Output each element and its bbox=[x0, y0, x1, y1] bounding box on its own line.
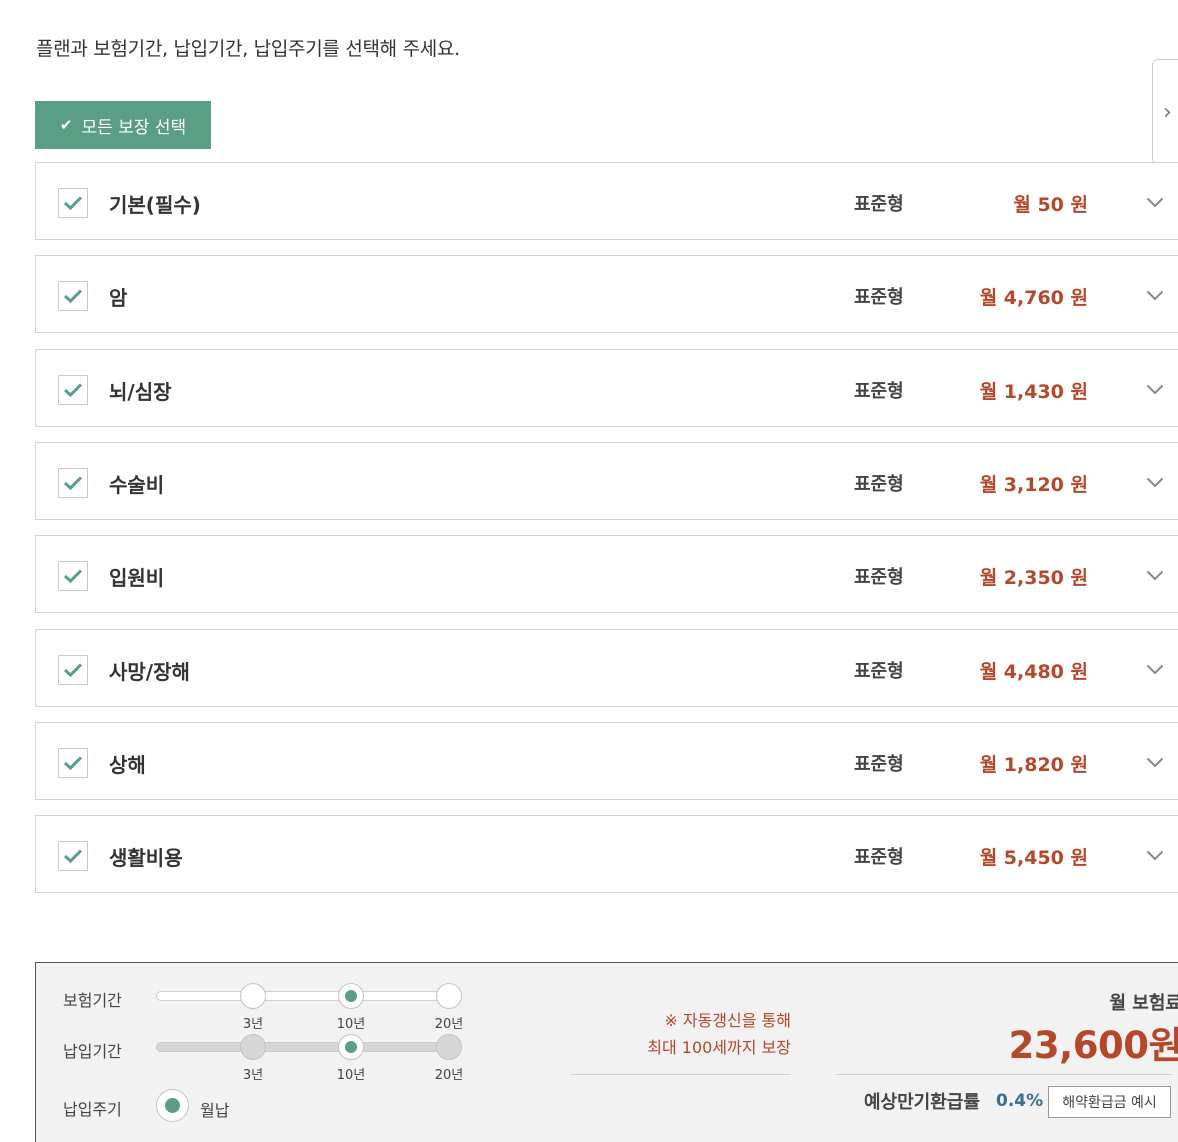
coverage-type: 표준형 bbox=[854, 847, 904, 868]
chevron-down-icon[interactable] bbox=[1146, 757, 1164, 768]
coverage-checkbox[interactable] bbox=[58, 375, 88, 405]
chevron-down-icon[interactable] bbox=[1146, 664, 1164, 675]
insurance-period-track[interactable] bbox=[156, 991, 461, 1001]
insurance-period-label: 보험기간 bbox=[63, 991, 122, 1010]
coverage-price: 월 5,450 원 bbox=[979, 847, 1088, 869]
coverage-checkbox[interactable] bbox=[58, 188, 88, 218]
checkmark-icon bbox=[63, 476, 83, 491]
insurance-period-option-3[interactable] bbox=[240, 983, 266, 1009]
coverage-type: 표준형 bbox=[854, 194, 904, 215]
coverage-name: 수술비 bbox=[109, 473, 165, 497]
coverage-type: 표준형 bbox=[854, 567, 904, 588]
page-heading: 플랜과 보험기간, 납입기간, 납입주기를 선택해 주세요. bbox=[36, 38, 460, 60]
chevron-down-icon[interactable] bbox=[1146, 197, 1164, 208]
coverage-row[interactable]: 뇌/심장 표준형 월 1,430 원 bbox=[35, 349, 1178, 427]
coverage-row[interactable]: 사망/장해 표준형 월 4,480 원 bbox=[35, 629, 1178, 707]
coverage-price: 월 3,120 원 bbox=[979, 474, 1088, 496]
coverage-price: 월 2,350 원 bbox=[979, 567, 1088, 589]
coverage-type: 표준형 bbox=[854, 661, 904, 682]
coverage-checkbox[interactable] bbox=[58, 468, 88, 498]
surrender-refund-example-button[interactable]: 해약환급금 예시 bbox=[1048, 1086, 1171, 1118]
checkmark-icon bbox=[63, 569, 83, 584]
notice-divider bbox=[571, 1074, 791, 1075]
coverage-price: 월 50 원 bbox=[1013, 194, 1088, 216]
insurance-period-tick: 20년 bbox=[434, 1017, 464, 1032]
coverage-type: 표준형 bbox=[854, 381, 904, 402]
insurance-period-option-10-selected[interactable] bbox=[338, 983, 364, 1009]
checkmark-icon bbox=[63, 849, 83, 864]
coverage-name: 사망/장해 bbox=[109, 660, 190, 684]
coverage-name: 생활비용 bbox=[109, 846, 183, 870]
payment-period-tick: 20년 bbox=[434, 1068, 464, 1083]
coverage-checkbox[interactable] bbox=[58, 281, 88, 311]
coverage-row[interactable]: 암 표준형 월 4,760 원 bbox=[35, 255, 1178, 333]
payment-cycle-monthly-radio[interactable] bbox=[156, 1089, 189, 1122]
payment-cycle-option-label: 월납 bbox=[200, 1101, 230, 1120]
coverage-row[interactable]: 상해 표준형 월 1,820 원 bbox=[35, 722, 1178, 800]
select-all-coverage-button[interactable]: ✔ 모든 보장 선택 bbox=[35, 101, 211, 149]
insurance-period-tick: 10년 bbox=[336, 1017, 366, 1032]
payment-period-option-10-selected[interactable] bbox=[338, 1034, 364, 1060]
coverage-price: 월 1,430 원 bbox=[979, 381, 1088, 403]
coverage-checkbox[interactable] bbox=[58, 655, 88, 685]
checkmark-icon bbox=[63, 196, 83, 211]
coverage-type: 표준형 bbox=[854, 287, 904, 308]
checkmark-icon bbox=[63, 383, 83, 398]
coverage-type: 표준형 bbox=[854, 754, 904, 775]
coverage-price: 월 4,760 원 bbox=[979, 287, 1088, 309]
maturity-refund-label: 예상만기환급률 bbox=[864, 1092, 980, 1113]
chevron-down-icon[interactable] bbox=[1146, 290, 1164, 301]
renewal-notice-line1: ※ 자동갱신을 통해 bbox=[664, 1011, 791, 1030]
payment-period-tick: 10년 bbox=[336, 1068, 366, 1083]
select-all-label: 모든 보장 선택 bbox=[81, 117, 187, 138]
checkmark-icon bbox=[63, 663, 83, 678]
monthly-premium-label: 월 보험료 bbox=[1109, 993, 1178, 1014]
side-panel-toggle[interactable]: › bbox=[1152, 59, 1178, 165]
chevron-right-icon: › bbox=[1163, 99, 1172, 125]
insurance-period-option-20[interactable] bbox=[436, 983, 462, 1009]
coverage-name: 기본(필수) bbox=[109, 193, 201, 217]
coverage-name: 입원비 bbox=[109, 566, 165, 590]
checkmark-icon bbox=[63, 289, 83, 304]
payment-period-option-3[interactable] bbox=[240, 1034, 266, 1060]
coverage-name: 상해 bbox=[109, 753, 146, 777]
payment-period-option-20[interactable] bbox=[436, 1034, 462, 1060]
monthly-premium-value: 23,600원 bbox=[1008, 1024, 1178, 1067]
coverage-row[interactable]: 수술비 표준형 월 3,120 원 bbox=[35, 442, 1178, 520]
chevron-down-icon[interactable] bbox=[1146, 477, 1164, 488]
payment-period-tick: 3년 bbox=[242, 1068, 264, 1083]
premium-summary-panel: 보험기간 3년 10년 20년 납입기간 3년 10년 20년 납입주기 월납 … bbox=[35, 962, 1178, 1142]
coverage-row[interactable]: 입원비 표준형 월 2,350 원 bbox=[35, 535, 1178, 613]
coverage-checkbox[interactable] bbox=[58, 841, 88, 871]
chevron-down-icon[interactable] bbox=[1146, 570, 1164, 581]
coverage-checkbox[interactable] bbox=[58, 748, 88, 778]
payment-period-track[interactable] bbox=[156, 1042, 461, 1052]
maturity-refund-rate: 0.4% bbox=[996, 1091, 1044, 1111]
premium-divider bbox=[836, 1074, 1172, 1075]
chevron-down-icon[interactable] bbox=[1146, 384, 1164, 395]
checkmark-icon bbox=[63, 756, 83, 771]
coverage-name: 암 bbox=[109, 286, 128, 310]
coverage-checkbox[interactable] bbox=[58, 561, 88, 591]
coverage-price: 월 4,480 원 bbox=[979, 661, 1088, 683]
chevron-down-icon[interactable] bbox=[1146, 850, 1164, 861]
payment-cycle-label: 납입주기 bbox=[63, 1100, 122, 1119]
coverage-row[interactable]: 생활비용 표준형 월 5,450 원 bbox=[35, 815, 1178, 893]
renewal-notice-line2: 최대 100세까지 보장 bbox=[647, 1038, 791, 1057]
payment-period-label: 납입기간 bbox=[63, 1042, 122, 1061]
check-icon: ✔ bbox=[59, 116, 73, 134]
coverage-price: 월 1,820 원 bbox=[979, 754, 1088, 776]
coverage-type: 표준형 bbox=[854, 474, 904, 495]
insurance-period-tick: 3년 bbox=[242, 1017, 264, 1032]
coverage-row[interactable]: 기본(필수) 표준형 월 50 원 bbox=[35, 162, 1178, 240]
coverage-name: 뇌/심장 bbox=[109, 380, 172, 404]
